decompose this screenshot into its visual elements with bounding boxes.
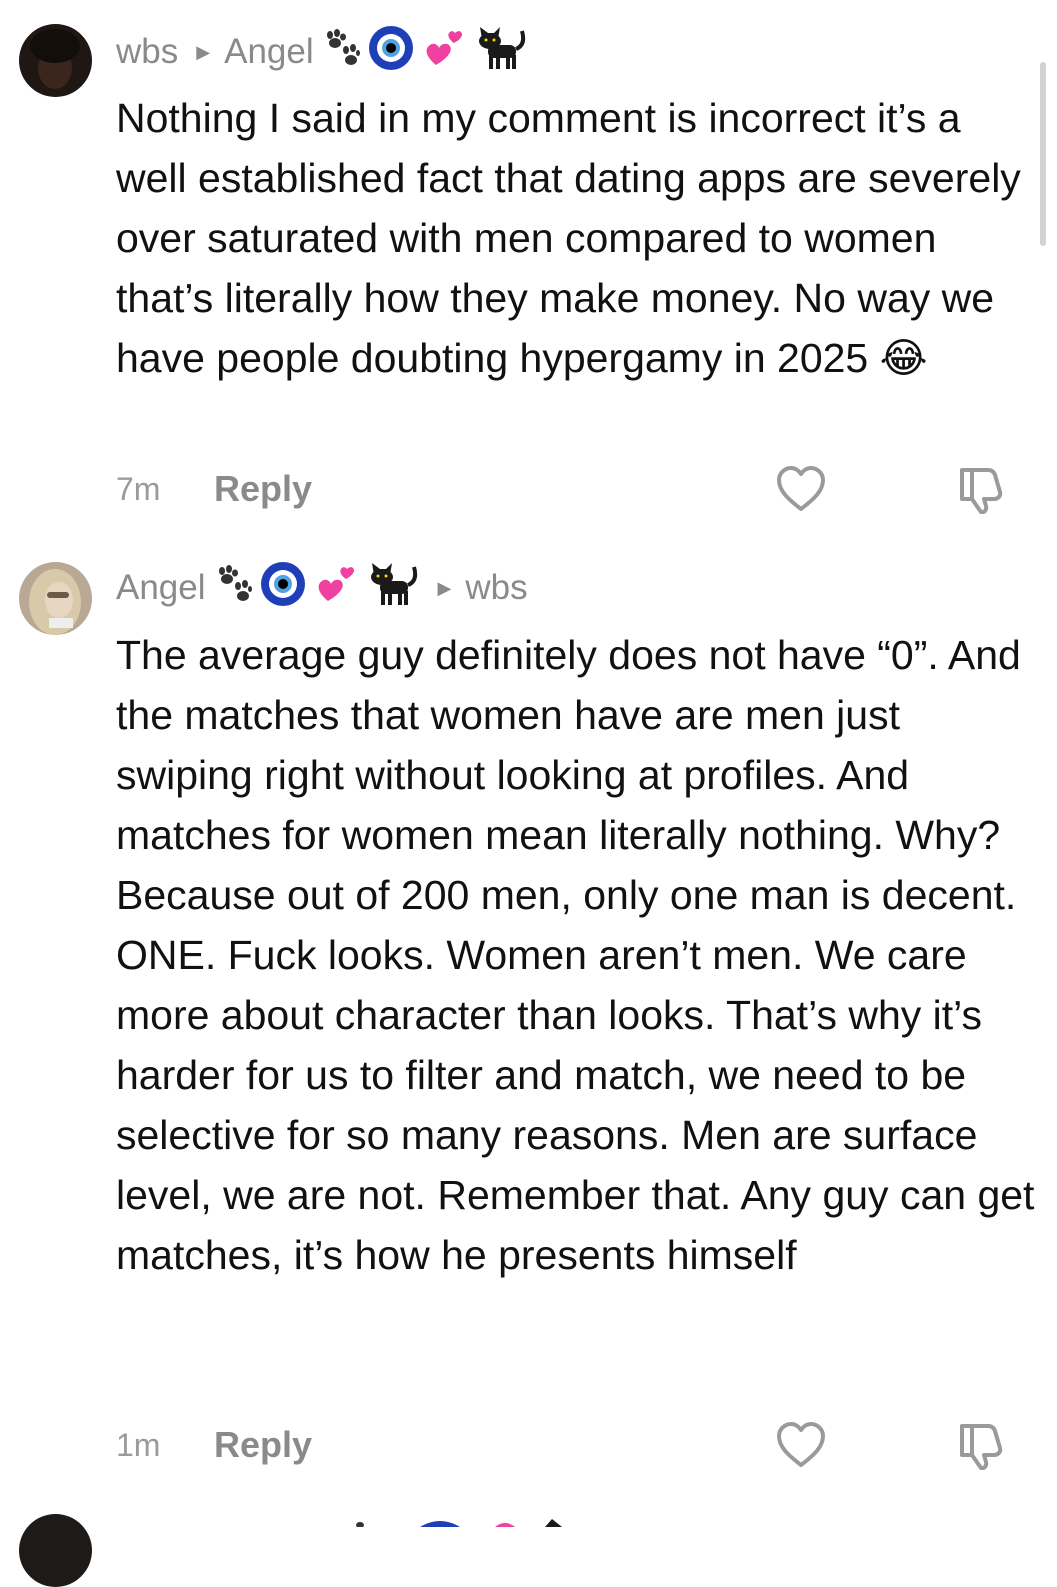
comment-footer: 1m Reply [116,1422,1016,1471]
evil-eye-icon [368,25,414,80]
author-name[interactable]: Angel [116,568,206,608]
heart-icon[interactable] [776,1422,826,1473]
comment-text: The average guy definitely does not have… [116,632,1035,1278]
paw-prints-icon [214,564,252,612]
reply-arrow-icon: ▶ [196,41,211,62]
thumbs-down-icon[interactable] [954,1422,1004,1475]
evil-eye-icon [260,561,306,616]
heart-icon[interactable] [776,466,826,517]
comment-time: 7m [116,470,161,507]
two-hearts-icon [422,25,468,80]
black-cat-icon [368,561,420,616]
comment-text: Nothing I said in my comment is incorrec… [116,95,1021,381]
next-comment-header [330,1514,630,1532]
avatar[interactable] [19,1514,92,1587]
reply-button[interactable]: Reply [214,468,312,510]
comment-footer: 7m Reply [116,466,1016,515]
comment-header: Angel ▶ wbs [116,561,528,612]
reply-to-name[interactable]: wbs [465,568,527,608]
thumbs-down-icon[interactable] [954,466,1004,519]
reply-button[interactable]: Reply [214,1424,312,1466]
two-hearts-icon [314,561,360,616]
black-cat-icon [476,25,528,80]
paw-prints-icon [322,28,360,76]
avatar[interactable] [19,562,92,635]
reply-arrow-icon: ▶ [437,577,452,598]
avatar[interactable] [19,24,92,97]
reply-to-name[interactable]: Angel [224,32,314,72]
author-name[interactable]: wbs [116,32,178,72]
comment-time: 1m [116,1426,161,1463]
comment-header: wbs ▶ Angel [116,25,528,76]
